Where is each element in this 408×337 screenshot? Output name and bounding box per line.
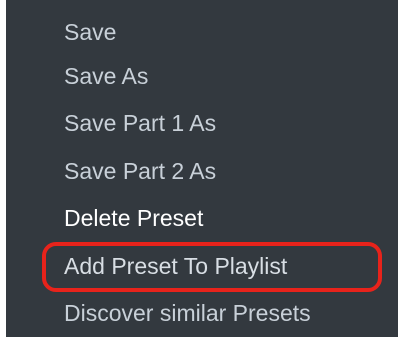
menu-item-save[interactable]: Save: [64, 11, 116, 53]
menu-item-save-as[interactable]: Save As: [64, 55, 148, 97]
menu-item-save-part-2-as[interactable]: Save Part 2 As: [64, 150, 216, 192]
menu-item-delete-preset[interactable]: Delete Preset: [64, 197, 203, 239]
menu-item-add-preset-to-playlist[interactable]: Add Preset To Playlist: [64, 245, 287, 287]
menu-item-discover-similar-presets[interactable]: Discover similar Presets: [64, 292, 311, 334]
menu-item-save-part-1-as[interactable]: Save Part 1 As: [64, 102, 216, 144]
context-menu: Save Save As Save Part 1 As Save Part 2 …: [6, 0, 398, 337]
